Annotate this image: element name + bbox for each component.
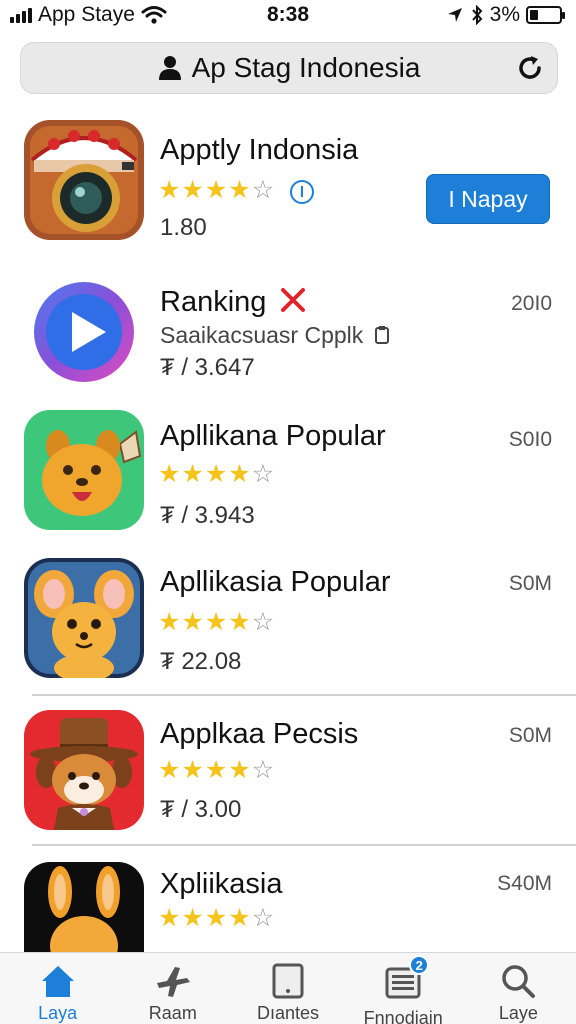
divider <box>32 694 576 696</box>
list-item[interactable]: Apllikasia Popular S0M ★ ★ ★ ★ ☆ ₮ 22.08 <box>0 558 576 706</box>
rating-stars: ★ ★ ★ ★ ☆ <box>158 178 274 203</box>
clock: 8:38 <box>266 3 310 26</box>
star-filled-icon: ★ <box>181 176 204 204</box>
app-price: ₮ 22.08 <box>160 648 242 675</box>
app-size: S0M <box>508 724 552 747</box>
list-item[interactable]: Apllikana Popular S0I0 ★ ★ ★ ★ ☆ ₮ / 3.943 <box>0 410 576 558</box>
search-icon <box>502 965 536 998</box>
wifi-icon <box>141 6 167 24</box>
tab-raam[interactable]: Raam <box>115 953 230 1024</box>
tab-label: Laya <box>38 1003 78 1023</box>
star-filled-icon: ★ <box>228 460 251 488</box>
list-item[interactable]: Apptly Indonsia ★ ★ ★ ★ ☆ l 1.80 I Napay <box>0 120 576 268</box>
star-filled-icon: ★ <box>158 756 181 784</box>
star-filled-icon: ★ <box>228 904 251 932</box>
app-subtitle: Saaikacsuasr Cpplk <box>160 322 390 349</box>
rating-stars: ★ ★ ★ ★ ☆ <box>158 758 274 783</box>
star-filled-icon: ★ <box>158 176 181 204</box>
star-filled-icon: ★ <box>181 460 204 488</box>
address-bar[interactable]: Ap Stag Indonesia <box>20 42 558 94</box>
rating-stars: ★ ★ ★ ★ ☆ <box>158 906 274 931</box>
star-empty-icon: ☆ <box>251 176 275 204</box>
star-filled-icon: ★ <box>204 904 228 932</box>
address-title-group: Ap Stag Indonesia <box>158 52 421 84</box>
info-badge-icon[interactable]: l <box>290 180 314 204</box>
updates-badge: 2 <box>409 955 430 975</box>
status-right: 3% <box>446 3 565 27</box>
app-size: 20I0 <box>511 292 552 315</box>
app-name-text: Ranking <box>160 286 267 318</box>
app-price: ₮ / 3.647 <box>160 354 255 381</box>
home-icon <box>41 966 74 997</box>
app-price: 1.80 <box>160 214 207 241</box>
person-icon <box>158 56 181 80</box>
star-empty-icon: ☆ <box>251 756 275 784</box>
get-button[interactable]: I Napay <box>426 174 550 224</box>
list-item[interactable]: Ranking 20I0 Saaikacsuasr Cpplk ₮ / 3.64… <box>0 272 576 420</box>
rating-stars: ★ ★ ★ ★ ☆ <box>158 610 274 635</box>
tab-updates[interactable]: 2 Fnnodiain <box>346 953 461 1024</box>
tab-label: Dıantes <box>256 1003 320 1023</box>
star-filled-icon: ★ <box>228 756 251 784</box>
app-name[interactable]: Apllikana Popular <box>160 420 386 453</box>
tablet-icon <box>272 963 304 999</box>
mouse-app-icon[interactable] <box>24 558 144 678</box>
tab-home[interactable]: Laya <box>0 953 115 1024</box>
tab-label: Raam <box>148 1003 197 1023</box>
app-name[interactable]: Apptly Indonsia <box>160 134 358 167</box>
bluetooth-icon <box>471 5 483 25</box>
star-filled-icon: ★ <box>181 904 204 932</box>
carrier-label: App Staye <box>38 3 135 26</box>
clipboard-icon <box>374 326 389 344</box>
app-name[interactable]: Ranking <box>160 286 306 319</box>
battery-icon <box>526 6 565 24</box>
dog-app-icon[interactable] <box>24 410 144 530</box>
divider <box>32 844 576 846</box>
star-empty-icon: ☆ <box>251 608 275 636</box>
address-title: Ap Stag Indonesia <box>191 52 421 83</box>
star-filled-icon: ★ <box>181 756 204 784</box>
star-filled-icon: ★ <box>204 460 228 488</box>
rating-stars: ★ ★ ★ ★ ☆ <box>158 462 274 487</box>
reload-icon[interactable] <box>515 53 545 83</box>
app-price: ₮ / 3.943 <box>160 502 255 529</box>
status-bar: App Staye 8:38 3% <box>0 0 576 30</box>
star-filled-icon: ★ <box>204 756 228 784</box>
close-icon[interactable] <box>280 287 306 313</box>
tab-label: Laye <box>498 1003 538 1023</box>
star-filled-icon: ★ <box>204 176 228 204</box>
star-filled-icon: ★ <box>181 608 204 636</box>
tab-search[interactable]: Laye <box>461 953 576 1024</box>
app-name[interactable]: Apllikasia Popular <box>160 566 391 599</box>
app-subtitle-text: Saaikacsuasr Cpplk <box>160 322 364 348</box>
camera-app-icon[interactable] <box>24 120 144 240</box>
location-arrow-icon <box>447 8 462 22</box>
app-size: S0M <box>508 572 552 595</box>
status-left: App Staye <box>10 3 167 27</box>
battery-percent: 3% <box>489 3 520 26</box>
star-filled-icon: ★ <box>228 608 251 636</box>
updates-icon-wrap: 2 <box>383 955 430 1006</box>
tab-bar: Laya Raam Dıantes 2 Fnnodiain Laye <box>0 952 576 1024</box>
hat-dog-app-icon[interactable] <box>24 710 144 830</box>
tab-dantes[interactable]: Dıantes <box>230 953 345 1024</box>
app-size: S0I0 <box>508 428 552 451</box>
star-filled-icon: ★ <box>204 608 228 636</box>
app-name[interactable]: Xpliikasia <box>160 868 283 901</box>
play-app-icon[interactable] <box>24 272 144 392</box>
star-filled-icon: ★ <box>158 608 181 636</box>
star-filled-icon: ★ <box>228 176 251 204</box>
app-price: ₮ / 3.00 <box>160 796 242 823</box>
tab-label: Fnnodiain <box>363 1008 443 1024</box>
battery-level <box>530 10 539 20</box>
app-name[interactable]: Applkaa Pecsis <box>160 718 358 751</box>
star-filled-icon: ★ <box>158 460 181 488</box>
signal-icon <box>10 7 32 23</box>
star-empty-icon: ☆ <box>251 904 275 932</box>
list-item[interactable]: Applkaa Pecsis S0M ★ ★ ★ ★ ☆ ₮ / 3.00 <box>0 710 576 858</box>
star-filled-icon: ★ <box>158 904 181 932</box>
app-size: S40M <box>497 872 552 895</box>
star-empty-icon: ☆ <box>251 460 275 488</box>
plane-icon <box>156 967 190 997</box>
